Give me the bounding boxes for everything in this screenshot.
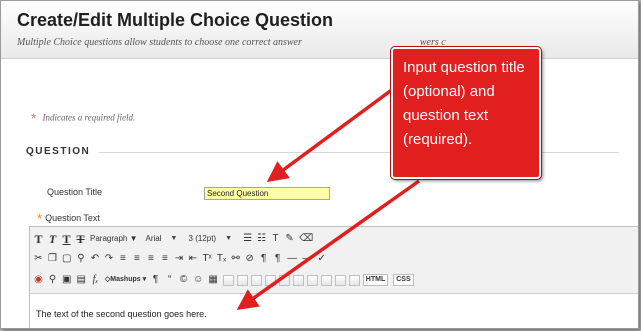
arrow-to-text-icon — [236, 179, 421, 311]
question-editor-window: Create/Edit Multiple Choice Question Mul… — [0, 0, 639, 329]
annotation-callout: Input question title (optional) and ques… — [390, 46, 542, 180]
callout-arrows — [236, 87, 421, 311]
arrow-to-title-icon — [266, 87, 395, 183]
